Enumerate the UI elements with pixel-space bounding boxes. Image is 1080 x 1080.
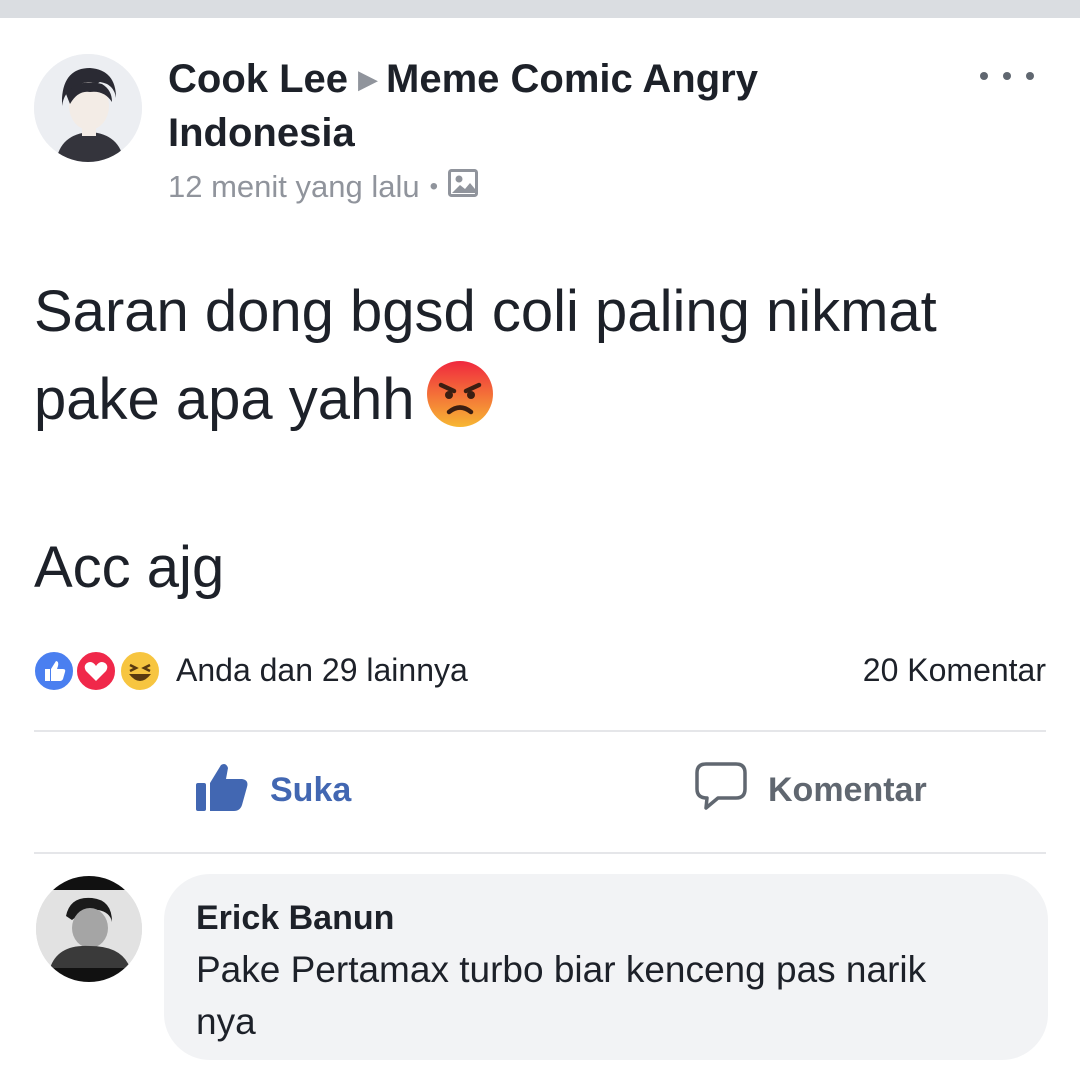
haha-reaction-icon [118,649,162,693]
post-header-names: Cook Lee ▶ Meme Comic Angry Indonesia [168,52,868,160]
more-options-icon[interactable] [980,60,1034,92]
thumbs-up-icon [194,759,250,822]
love-reaction-icon [74,649,118,693]
divider [34,730,1046,732]
commenter-name[interactable]: Erick Banun [196,896,1016,940]
post-timestamp[interactable]: 12 menit yang lalu [168,169,420,205]
reactions-text[interactable]: Anda dan 29 lainnya [176,652,468,689]
commenter-avatar[interactable] [36,876,142,982]
reactions-summary[interactable]: Anda dan 29 lainnya [32,644,468,696]
post-meta: 12 menit yang lalu • [168,166,479,208]
shared-to-arrow-icon: ▶ [358,64,379,94]
speech-bubble-icon [694,761,748,820]
post-text-line: Acc ajg [34,535,225,600]
reaction-icons [32,647,168,693]
post-text-line: pake apa yahh [34,367,415,432]
comment-bubble[interactable]: Erick Banun Pake Pertamax turbo biar ken… [164,874,1048,1060]
author-avatar[interactable] [34,54,142,162]
divider [34,852,1046,854]
post-text-line: Saran dong bgsd coli paling nikmat [34,279,937,344]
post-text-line-with-emoji: pake apa yahh [34,356,1064,454]
comment-label: Komentar [768,770,927,809]
comment-count[interactable]: 20 Komentar [863,644,1046,696]
author-name[interactable]: Cook Lee [168,57,348,101]
like-label: Suka [270,770,352,809]
like-button[interactable]: Suka [194,758,351,822]
post-body: Saran dong bgsd coli paling nikmat pake … [34,268,1064,612]
like-reaction-icon [32,649,76,693]
top-divider-strip [0,0,1080,18]
photo-album-icon [448,169,479,205]
meta-separator: • [429,173,439,200]
angry-face-icon [425,359,495,454]
comment-text: Pake Pertamax turbo biar kenceng pas nar… [196,949,927,1042]
comment-button[interactable]: Komentar [694,758,927,822]
